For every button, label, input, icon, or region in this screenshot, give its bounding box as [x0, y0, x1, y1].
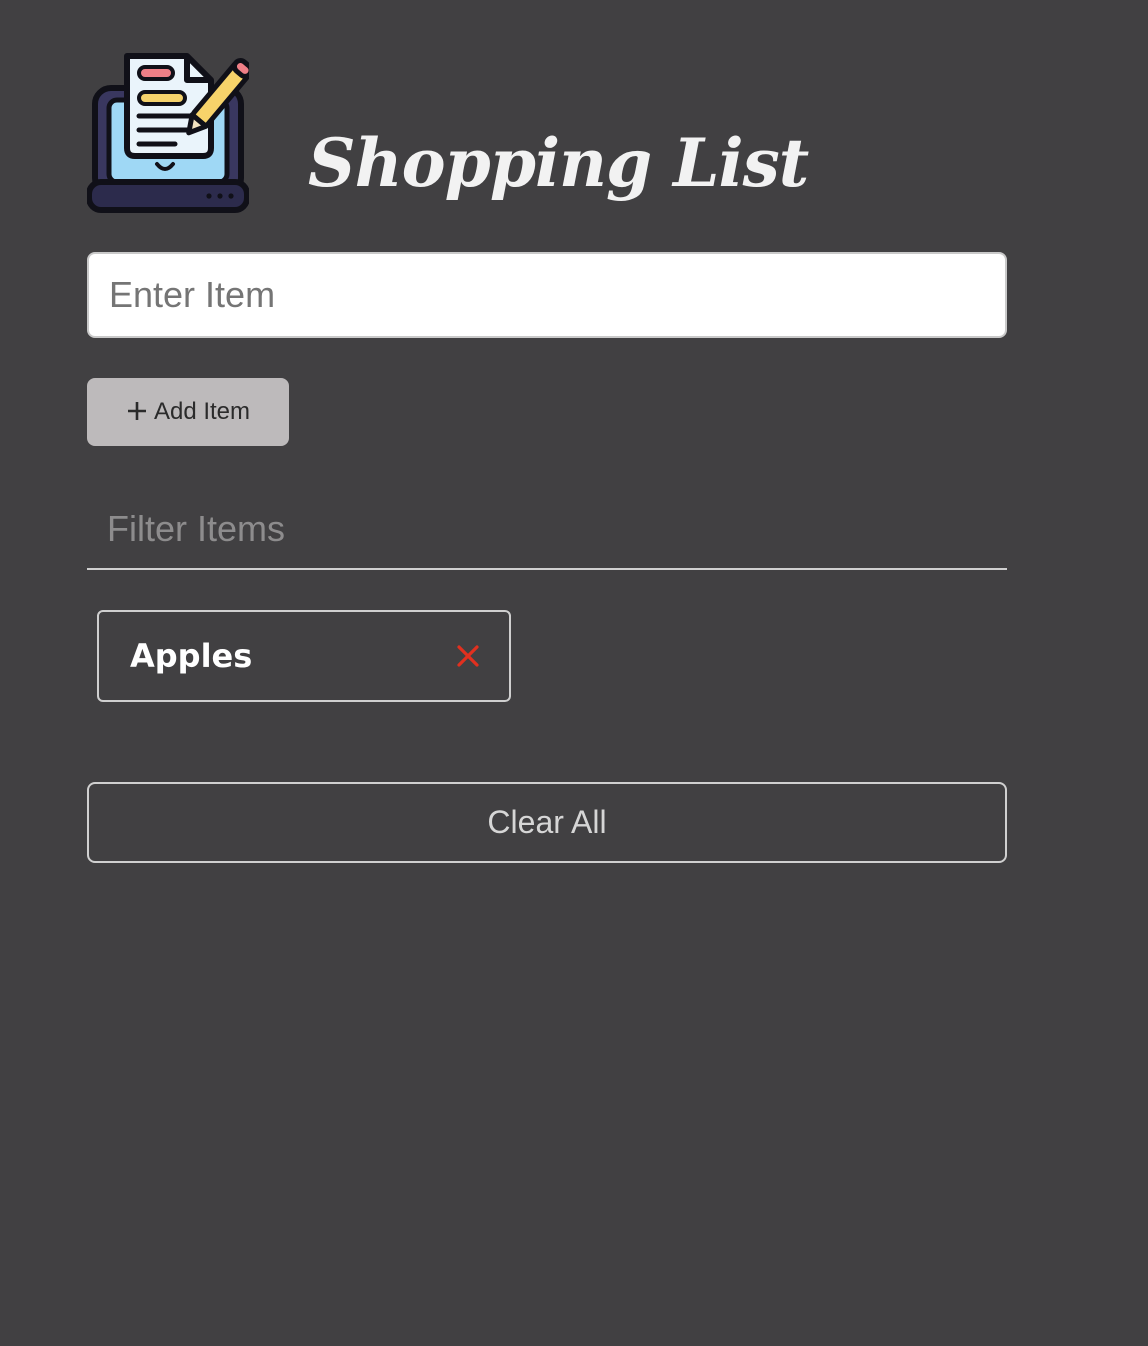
plus-icon — [127, 401, 146, 420]
remove-item-button[interactable] — [455, 643, 481, 669]
item-input[interactable] — [87, 252, 1007, 338]
close-icon — [457, 645, 479, 667]
list-item: Apples — [97, 610, 511, 702]
page-title: Shopping List — [308, 124, 809, 203]
clear-all-button[interactable]: Clear All — [87, 782, 1007, 863]
add-item-button[interactable]: Add Item — [87, 378, 289, 446]
item-list: Apples — [97, 610, 511, 702]
app-header: Shopping List — [87, 50, 1007, 214]
notepad-laptop-icon — [87, 53, 249, 213]
filter-input[interactable] — [87, 490, 1007, 570]
add-item-label: Add Item — [153, 398, 251, 425]
item-name: Apples — [130, 637, 253, 675]
